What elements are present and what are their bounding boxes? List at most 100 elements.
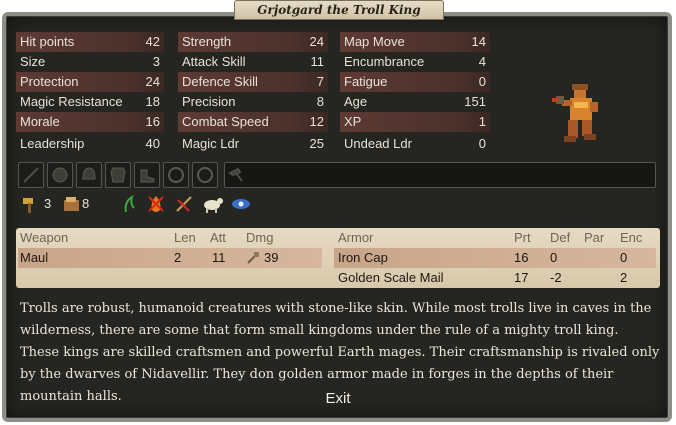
- stat-row-strength: Strength 24: [178, 32, 328, 52]
- stats-column-2: Strength 24 Attack Skill 11 Defence Skill 7…: [178, 32, 328, 154]
- stat-label: Encumbrance: [344, 54, 425, 69]
- stat-value: 151: [464, 94, 486, 109]
- weapon-header: Weapon: [20, 230, 69, 245]
- stat-row-hit-points: Hit points 42: [16, 32, 164, 52]
- stat-value: 0: [478, 74, 486, 89]
- stat-row-magic-leadership: Magic Ldr 25: [178, 134, 328, 154]
- stat-value: 42: [145, 34, 160, 49]
- fire-immunity-icon[interactable]: [146, 194, 166, 214]
- stat-row-fatigue: Fatigue 0: [340, 72, 490, 92]
- earth-magic-value: 3: [44, 196, 52, 211]
- stat-value: 1: [478, 114, 486, 129]
- armor-enc: 0: [620, 250, 628, 265]
- hammer-slot-icon: [228, 167, 243, 182]
- armor-enc: 2: [620, 270, 628, 285]
- dmg-header: Dmg: [246, 230, 274, 245]
- stat-label: Morale: [20, 114, 60, 129]
- stat-row-age: Age 151: [340, 92, 490, 112]
- slot-misc-bar[interactable]: [224, 162, 656, 188]
- slot-weapon[interactable]: [18, 162, 44, 188]
- weapon-crossed-icon[interactable]: [174, 194, 194, 214]
- stat-row-leadership: Leadership 40: [16, 134, 164, 154]
- stat-value: 3: [152, 54, 160, 69]
- goat-icon[interactable]: [200, 194, 224, 214]
- stats-column-3: Map Move 14 Encumbrance 4 Fatigue 0 Age 151 …: [340, 32, 490, 154]
- armor-def: -2: [550, 270, 562, 285]
- slot-misc-2[interactable]: [192, 162, 218, 188]
- eye-icon[interactable]: [230, 194, 252, 214]
- stat-row-encumbrance: Encumbrance 4: [340, 52, 490, 72]
- shield-icon: [52, 167, 68, 183]
- stat-label: Strength: [182, 34, 232, 49]
- stat-row-combat-speed: Combat Speed 12: [178, 112, 328, 132]
- stat-value: 24: [145, 74, 160, 89]
- weapon-dmg: 39: [264, 250, 279, 265]
- stat-value: 24: [309, 34, 324, 49]
- ring-icon: [197, 167, 213, 183]
- enc-header: Enc: [620, 230, 643, 245]
- stat-label: Fatigue: [344, 74, 388, 89]
- stat-label: Magic Ldr: [182, 136, 240, 151]
- helmet-icon: [82, 167, 96, 180]
- window-title: Grjotgard the Troll King: [234, 0, 444, 20]
- stat-value: 12: [309, 114, 324, 129]
- len-header: Len: [174, 230, 196, 245]
- armor-name: Golden Scale Mail: [338, 270, 444, 285]
- stat-row-map-move: Map Move 14: [340, 32, 490, 52]
- herb-icon[interactable]: [120, 194, 140, 214]
- stat-label: Size: [20, 54, 46, 69]
- blunt-damage-icon: [247, 252, 259, 264]
- armor-prt: 16: [514, 250, 529, 265]
- stat-row-xp: XP 1: [340, 112, 490, 132]
- weapon-name: Maul: [20, 250, 49, 265]
- stat-value: 25: [309, 136, 324, 151]
- stat-label: Defence Skill: [182, 74, 258, 89]
- stat-label: Undead Ldr: [344, 136, 412, 151]
- slot-helmet[interactable]: [76, 162, 102, 188]
- slot-boots[interactable]: [134, 162, 160, 188]
- stat-row-morale: Morale 16: [16, 112, 164, 132]
- stat-value: 0: [478, 136, 486, 151]
- items-icon[interactable]: [62, 194, 82, 214]
- unit-portrait: [552, 84, 598, 142]
- armor-prt: 17: [514, 270, 529, 285]
- stat-label: Precision: [182, 94, 236, 109]
- par-header: Par: [584, 230, 605, 245]
- stat-value: 4: [478, 54, 486, 69]
- slot-misc-1[interactable]: [163, 162, 189, 188]
- armor-def: 0: [550, 250, 558, 265]
- stat-value: 7: [316, 74, 324, 89]
- ring-icon: [168, 167, 184, 183]
- stat-label: XP: [344, 114, 362, 129]
- slot-body-armor[interactable]: [105, 162, 131, 188]
- boots-icon: [140, 169, 155, 183]
- weapon-len: 2: [174, 250, 182, 265]
- equipment-slots: [18, 162, 656, 188]
- slot-shield[interactable]: [47, 162, 73, 188]
- stat-row-undead-leadership: Undead Ldr 0: [340, 134, 490, 154]
- equipment-table: Weapon Len Att Dmg Maul 2 11 39 Armor Pr…: [16, 228, 660, 288]
- hammer-icon[interactable]: [20, 194, 40, 214]
- stat-value: 11: [310, 54, 325, 69]
- items-value: 8: [82, 196, 90, 211]
- stat-value: 8: [316, 94, 324, 109]
- def-header: Def: [550, 230, 571, 245]
- stat-label: Leadership: [20, 136, 85, 151]
- stat-label: Age: [344, 94, 368, 109]
- stat-value: 16: [145, 114, 160, 129]
- stat-label: Attack Skill: [182, 54, 246, 69]
- stat-row-protection: Protection 24: [16, 72, 164, 92]
- stat-label: Map Move: [344, 34, 405, 49]
- stat-label: Combat Speed: [182, 114, 269, 129]
- weapon-att: 11: [212, 250, 226, 265]
- sword-icon: [23, 167, 39, 183]
- stat-label: Protection: [20, 74, 79, 89]
- exit-button[interactable]: Exit: [312, 388, 364, 410]
- stats-column-1: Hit points 42 Size 3 Protection 24 Magic Re…: [16, 32, 164, 154]
- stat-row-magic-resistance: Magic Resistance 18: [16, 92, 164, 112]
- stat-label: Hit points: [20, 34, 75, 49]
- stat-row-size: Size 3: [16, 52, 164, 72]
- stat-value: 18: [145, 94, 160, 109]
- stat-value: 14: [471, 34, 486, 49]
- stat-label: Magic Resistance: [20, 94, 123, 109]
